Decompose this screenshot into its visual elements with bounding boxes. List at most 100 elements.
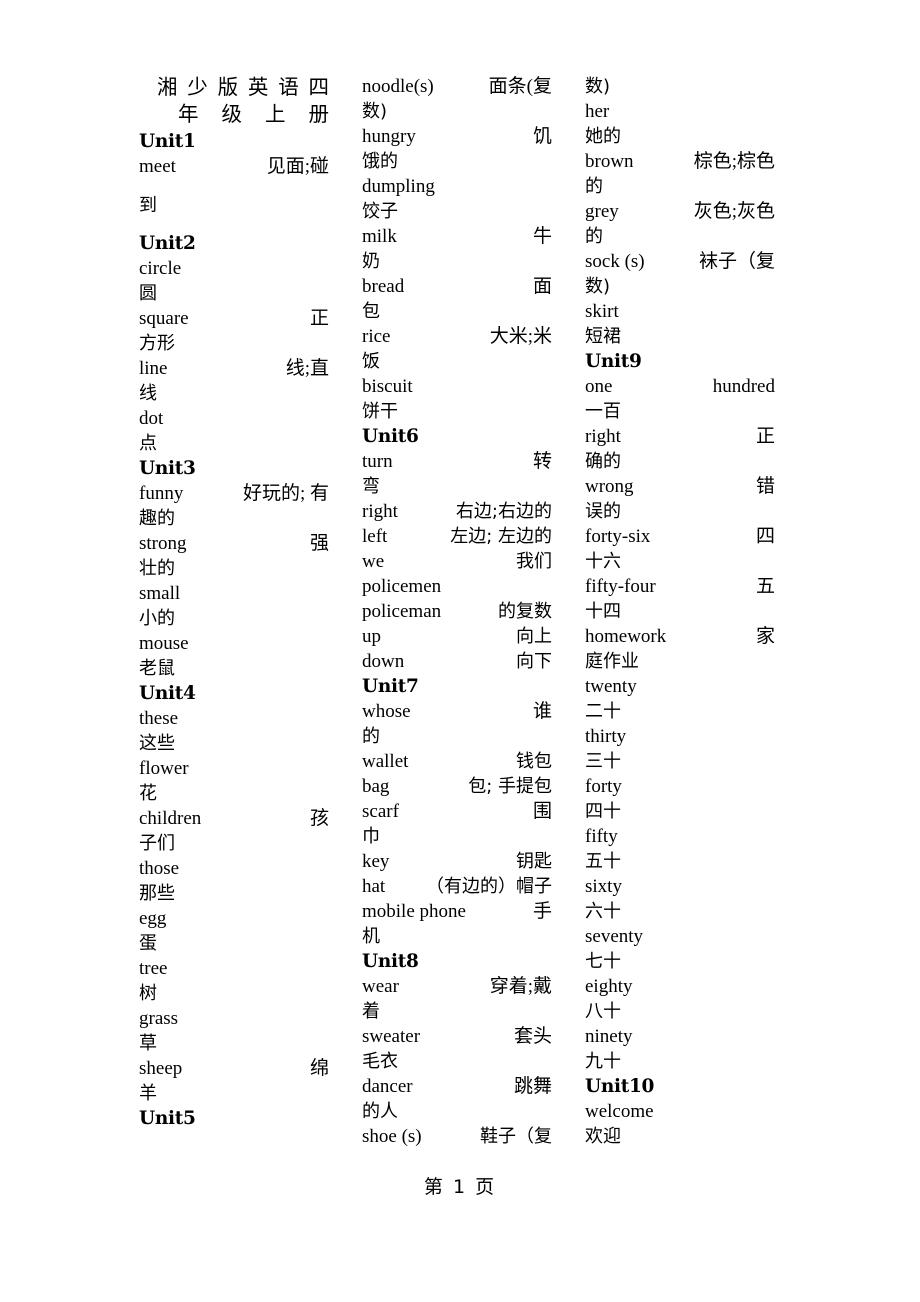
vocab-chinese: 家	[755, 626, 775, 647]
vocab-english: those	[139, 858, 180, 879]
vocab-chinese: 穿着;戴	[489, 976, 552, 997]
vocab-chinese-overflow: 的	[585, 176, 603, 197]
vocab-chinese: 转	[532, 451, 552, 472]
vocab-chinese-overflow: 壮的	[139, 558, 175, 579]
vocab-english: hungry	[362, 126, 416, 147]
unit-heading: Unit10	[585, 1076, 655, 1097]
vocab-english: whose	[362, 701, 411, 722]
vocab-english: up	[362, 626, 381, 647]
vocab-english: mobile phone	[362, 901, 466, 922]
vocab-entry: dancer 跳舞 的人	[362, 1074, 552, 1124]
vocab-english: key	[362, 851, 390, 872]
vocab-entry: those 那些	[139, 856, 329, 906]
vocab-entry: policemen	[362, 576, 442, 597]
vocab-entry: left 左边; 左边的	[362, 524, 552, 549]
vocab-chinese-overflow: 方形	[139, 333, 175, 354]
vocab-chinese: 我们	[516, 551, 552, 572]
vocab-entry: sock (s) 袜子（复 数)	[585, 249, 775, 299]
vocab-chinese-overflow: 到	[139, 195, 157, 216]
vocab-entry: homework 家 庭作业	[585, 624, 775, 674]
vocab-chinese: 手	[532, 901, 552, 922]
vocab-chinese-overflow: 五十	[585, 851, 621, 872]
vocab-english: forty	[585, 776, 622, 797]
vocab-english: thirty	[585, 726, 627, 747]
vocab-english: wear	[362, 976, 399, 997]
vocab-chinese-overflow: 饺子	[362, 201, 398, 222]
vocab-entry: strong 强 壮的	[139, 531, 329, 581]
vocab-chinese-overflow: 弯	[362, 476, 380, 497]
vocab-entry: wear 穿着;戴 着	[362, 974, 552, 1024]
vocab-chinese: 套头	[513, 1026, 552, 1047]
vocab-chinese-overflow: 八十	[585, 1001, 621, 1022]
vocab-chinese: 跳舞	[513, 1076, 552, 1097]
vocab-chinese-overflow: 确的	[585, 451, 621, 472]
vocab-entry: children 孩 子们	[139, 806, 329, 856]
vocab-english: rice	[362, 326, 391, 347]
vocab-chinese-overflow: 线	[139, 383, 157, 404]
vocab-english: turn	[362, 451, 393, 472]
vocab-english: grey	[585, 201, 619, 222]
vocab-chinese-overflow: 数)	[585, 276, 611, 297]
vocab-entry: circle 圆	[139, 256, 329, 306]
vocab-entry: biscuit 饼干	[362, 374, 552, 424]
vocab-english: wallet	[362, 751, 409, 772]
vocab-english: twenty	[585, 676, 637, 697]
vocab-english: sock (s)	[585, 251, 645, 272]
vocab-entry: sixty 六十	[585, 874, 775, 924]
vocab-chinese-overflow: 子们	[139, 833, 175, 854]
vocab-english: seventy	[585, 926, 644, 947]
vocab-chinese: 向上	[516, 626, 552, 647]
vocab-entry: eighty 八十	[585, 974, 775, 1024]
vocab-chinese-overflow: 六十	[585, 901, 621, 922]
vocab-english: dumpling	[362, 176, 435, 197]
vocab-entry: brown 棕色;棕色 的	[585, 149, 775, 199]
vocab-english: fifty-four	[585, 576, 656, 597]
vocab-english: brown	[585, 151, 634, 172]
vocab-english: flower	[139, 758, 189, 779]
vocab-chinese: 五	[755, 576, 775, 597]
vocab-entry: funny 好玩的; 有 趣的	[139, 481, 329, 531]
vocab-chinese-overflow: 包	[362, 301, 380, 322]
document-page: 湘少版英语四 年级上册 Unit1 meet 见面;碰 到 Unit2 circ…	[0, 0, 920, 1302]
vocab-chinese-overflow: 饿的	[362, 151, 398, 172]
vocab-chinese: 右边;右边的	[455, 501, 552, 522]
vocab-entry: square 正 方形	[139, 306, 329, 356]
vocab-chinese-overflow: 树	[139, 983, 157, 1004]
vocab-entry: right 右边;右边的	[362, 499, 552, 524]
vocab-english: tree	[139, 958, 168, 979]
vocab-chinese: 正	[755, 426, 775, 447]
vocab-chinese-overflow: 饭	[362, 351, 380, 372]
column-1: 湘少版英语四 年级上册 Unit1 meet 见面;碰 到 Unit2 circ…	[139, 74, 329, 1131]
vocab-chinese-overflow: 十四	[585, 601, 621, 622]
vocab-chinese: 正	[309, 308, 329, 329]
vocab-chinese-overflow: 点	[139, 433, 157, 454]
vocab-chinese: 强	[309, 533, 329, 554]
vocab-entry: fifty-four 五 十四	[585, 574, 775, 624]
vocab-chinese: 钥匙	[516, 851, 552, 872]
vocab-english: ninety	[585, 1026, 633, 1047]
vocab-english: milk	[362, 226, 397, 247]
vocab-entry: welcome 欢迎	[585, 1099, 775, 1149]
vocab-chinese-overflow: 饼干	[362, 401, 398, 422]
vocab-chinese-overflow: 那些	[139, 883, 175, 904]
vocab-chinese-overflow: 一百	[585, 401, 621, 422]
vocab-chinese-overflow: 圆	[139, 283, 157, 304]
vocab-chinese-overflow: 机	[362, 926, 380, 947]
vocab-chinese: 左边; 左边的	[450, 526, 552, 547]
vocab-english: we	[362, 551, 385, 572]
vocab-english: shoe (s)	[362, 1126, 422, 1147]
vocab-entry: dot 点	[139, 406, 329, 456]
vocab-chinese-overflow: 十六	[585, 551, 621, 572]
vocab-english: biscuit	[362, 376, 413, 397]
vocab-entry: rice 大米;米 饭	[362, 324, 552, 374]
vocab-english: left	[362, 526, 388, 547]
vocab-chinese-overflow: 庭作业	[585, 651, 639, 672]
vocab-entry: hat （有边的）帽子	[362, 874, 552, 899]
vocab-entry: bread 面 包	[362, 274, 552, 324]
vocab-entry: thirty 三十	[585, 724, 775, 774]
vocab-entry: wallet 钱包	[362, 749, 552, 774]
vocab-entry: milk 牛 奶	[362, 224, 552, 274]
vocab-english: meet	[139, 156, 176, 177]
unit-heading: Unit8	[362, 951, 419, 972]
vocab-entry: key 钥匙	[362, 849, 552, 874]
